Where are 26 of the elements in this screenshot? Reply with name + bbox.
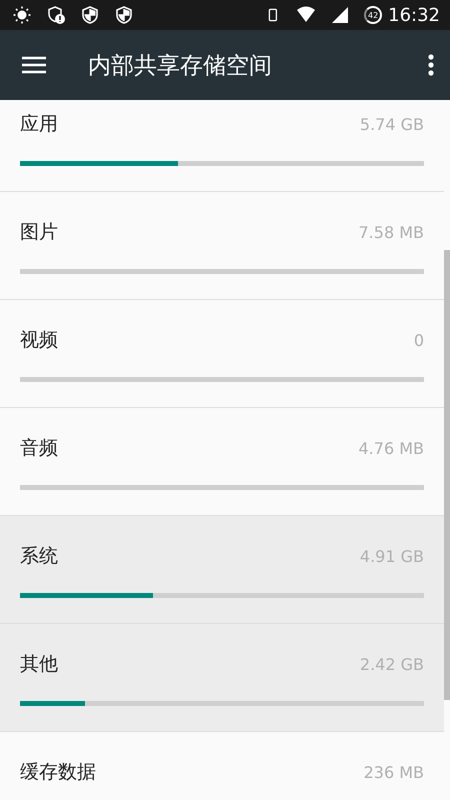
screen-title: 内部共享存储空间 [88, 52, 273, 80]
storage-category-row[interactable]: 其他 2.42 GB [0, 624, 444, 732]
category-label: 视频 [20, 328, 58, 353]
category-label: 图片 [20, 220, 58, 245]
brightness-icon [12, 5, 32, 25]
category-size: 2.42 GB [360, 654, 424, 674]
category-size: 4.91 GB [360, 546, 424, 566]
shield-icon [114, 5, 134, 25]
category-label: 音频 [20, 436, 58, 461]
menu-icon[interactable] [22, 56, 46, 74]
category-size: 0 [414, 330, 424, 350]
battery-indicator: 42 [364, 6, 382, 24]
category-size: 5.74 GB [360, 114, 424, 134]
category-size: 4.76 MB [358, 438, 424, 458]
more-options-icon[interactable] [428, 54, 434, 76]
shield-icon [80, 5, 100, 25]
shield-alert-icon [46, 5, 66, 25]
category-size: 7.58 MB [358, 222, 424, 242]
clock: 16:32 [388, 4, 440, 26]
storage-category-row[interactable]: 系统 4.91 GB [0, 516, 444, 624]
category-label: 缓存数据 [20, 760, 96, 785]
category-size: 236 MB [364, 762, 424, 782]
category-label: 其他 [20, 652, 58, 677]
category-label: 系统 [20, 544, 58, 569]
category-label: 应用 [20, 112, 58, 137]
signal-icon [330, 5, 350, 25]
